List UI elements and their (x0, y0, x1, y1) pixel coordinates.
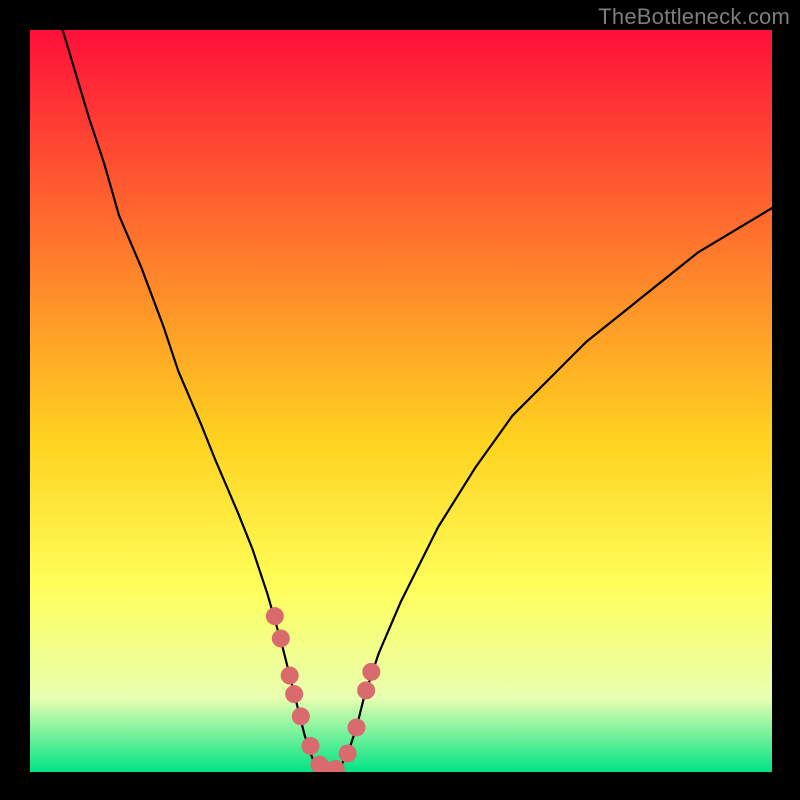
watermark-text: TheBottleneck.com (598, 4, 790, 30)
highlight-dot (339, 744, 357, 762)
chart-stage: TheBottleneck.com (0, 0, 800, 800)
highlight-dot (301, 737, 319, 755)
highlight-dot (362, 663, 380, 681)
highlight-dot (266, 607, 284, 625)
plot-background (30, 30, 772, 772)
highlight-dot (285, 685, 303, 703)
bottleneck-chart (0, 0, 800, 800)
highlight-dot (281, 667, 299, 685)
highlight-dot (347, 718, 365, 736)
highlight-dot (272, 629, 290, 647)
highlight-dot (292, 707, 310, 725)
highlight-dot (357, 681, 375, 699)
